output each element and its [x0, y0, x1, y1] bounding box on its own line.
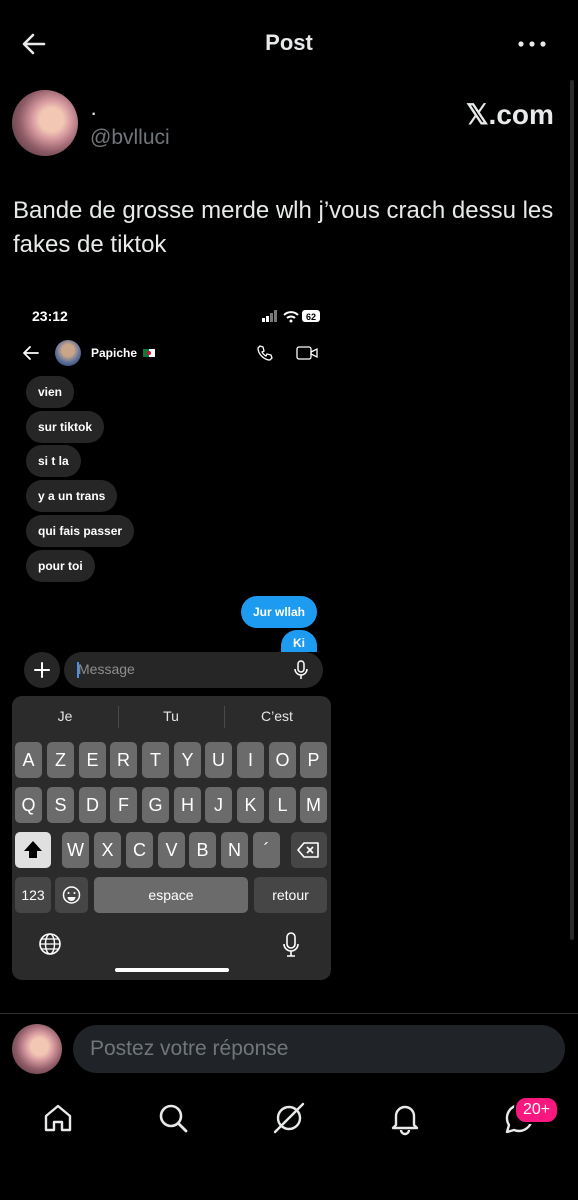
scrollbar[interactable] — [570, 80, 574, 940]
key[interactable]: T — [142, 742, 169, 778]
key[interactable]: G — [142, 787, 169, 823]
battery-level: 62 — [306, 312, 316, 322]
search-icon[interactable] — [153, 1098, 193, 1138]
author-avatar[interactable] — [12, 90, 78, 156]
author-handle[interactable]: @bvlluci — [90, 126, 170, 150]
microphone-icon[interactable] — [292, 660, 310, 680]
keyboard[interactable]: Je Tu C’est A Z E R T Y U I O P Q S D F … — [12, 696, 331, 980]
key[interactable]: P — [300, 742, 327, 778]
backspace-icon — [297, 842, 319, 858]
key[interactable]: E — [79, 742, 106, 778]
suggestion-divider — [118, 706, 119, 728]
key[interactable]: I — [237, 742, 264, 778]
key[interactable]: C — [126, 832, 153, 868]
key[interactable]: Y — [174, 742, 201, 778]
home-icon[interactable] — [38, 1098, 78, 1138]
contact-name[interactable]: Papiche — [91, 346, 137, 360]
post-image[interactable]: 23:12 62 Papiche vien sur tiktok si t la… — [12, 290, 331, 980]
shift-icon — [24, 841, 42, 858]
algeria-flag-icon — [143, 349, 155, 357]
key[interactable]: F — [110, 787, 137, 823]
suggestion[interactable]: Je — [15, 708, 115, 724]
plus-icon — [34, 662, 50, 678]
suggestion-divider — [224, 706, 225, 728]
received-message: y a un trans — [26, 480, 118, 512]
more-options-icon[interactable] — [514, 34, 550, 54]
key[interactable]: N — [221, 832, 248, 868]
video-call-icon[interactable] — [296, 345, 318, 361]
notifications-icon[interactable] — [385, 1098, 425, 1138]
globe-icon[interactable] — [38, 932, 62, 956]
divider — [0, 1013, 578, 1014]
phone-icon[interactable] — [256, 344, 274, 362]
key[interactable]: O — [269, 742, 296, 778]
reply-placeholder: Postez votre réponse — [90, 1037, 289, 1060]
emoji-icon — [62, 886, 81, 904]
received-message: vien — [26, 376, 75, 408]
key[interactable]: A — [15, 742, 42, 778]
shift-key[interactable] — [15, 832, 51, 868]
received-message: sur tiktok — [26, 411, 105, 443]
suggestion[interactable]: C’est — [227, 708, 327, 724]
user-avatar[interactable] — [12, 1024, 62, 1074]
chat-back-icon[interactable] — [22, 345, 40, 361]
key[interactable]: K — [237, 787, 264, 823]
key[interactable]: Q — [15, 787, 42, 823]
dictation-icon[interactable] — [282, 932, 300, 958]
return-key[interactable]: retour — [254, 877, 327, 913]
key[interactable]: B — [189, 832, 216, 868]
key[interactable]: U — [205, 742, 232, 778]
grok-icon[interactable] — [269, 1098, 309, 1138]
key[interactable]: D — [79, 787, 106, 823]
key[interactable]: V — [158, 832, 185, 868]
space-key[interactable]: espace — [94, 877, 248, 913]
key[interactable]: J — [205, 787, 232, 823]
key[interactable]: L — [269, 787, 296, 823]
emoji-key[interactable] — [55, 877, 88, 913]
author-display-name[interactable]: · — [90, 100, 97, 126]
key[interactable]: R — [110, 742, 137, 778]
key[interactable]: H — [174, 787, 201, 823]
numbers-key[interactable]: 123 — [15, 877, 51, 913]
received-message: qui fais passer — [26, 515, 135, 547]
key[interactable]: Z — [47, 742, 74, 778]
delete-key[interactable] — [291, 832, 327, 868]
message-placeholder: Message — [78, 661, 135, 677]
received-message: si t la — [26, 445, 81, 477]
key[interactable]: X — [94, 832, 121, 868]
key[interactable]: M — [300, 787, 327, 823]
key[interactable]: W — [62, 832, 89, 868]
add-attachment-button[interactable] — [24, 652, 60, 688]
status-bar-icons: 62 — [262, 310, 320, 323]
home-indicator — [115, 968, 229, 972]
received-message: pour toi — [26, 550, 95, 582]
key[interactable]: S — [47, 787, 74, 823]
sent-message: Jur wllah — [240, 596, 317, 628]
page-title: Post — [265, 30, 313, 55]
suggestion[interactable]: Tu — [121, 708, 221, 724]
messages-badge: 20+ — [514, 1096, 560, 1124]
sent-message: Ki — [281, 630, 317, 652]
post-text: Bande de grosse merde wlh j’vous crach d… — [13, 197, 554, 258]
status-time: 23:12 — [32, 308, 68, 324]
contact-avatar[interactable] — [55, 340, 81, 366]
key[interactable]: ´ — [253, 832, 280, 868]
xcom-logo: 𝕏.com — [466, 99, 554, 130]
